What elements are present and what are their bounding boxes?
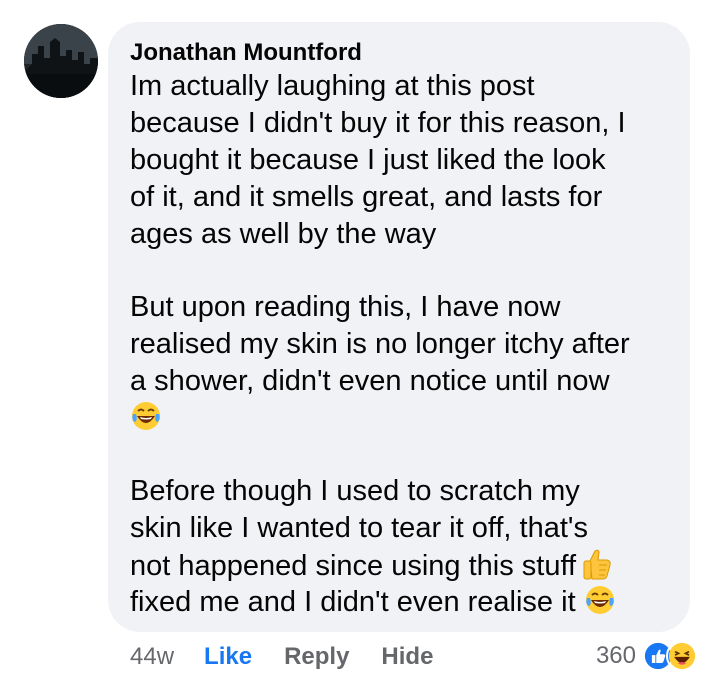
comment-actions: 44w Like Reply Hide [130, 640, 433, 674]
comment-line: Im actually laughing at this post [130, 70, 535, 102]
thumbs-up-emoji-icon [580, 547, 614, 581]
comment-line: ages as well by the way [130, 218, 437, 250]
avatar[interactable] [24, 24, 98, 98]
comment-line: realised my skin is no longer itchy afte… [130, 328, 630, 360]
comment-line: But upon reading this, I have now [130, 291, 561, 323]
comment-line: Before though I used to scratch my [130, 475, 580, 507]
comment-line: skin like I wanted to tear it off, that'… [130, 512, 588, 544]
comment-line: a shower, didn't even notice until now [130, 365, 610, 397]
timestamp[interactable]: 44w [130, 643, 174, 671]
haha-icon [666, 640, 698, 672]
comment-line: not happened since using this stuff [130, 550, 577, 582]
comment-line-with-emoji: not happened since using this stuff [130, 547, 690, 584]
reaction-count: 360 [595, 642, 636, 669]
comment-body: Im actually laughing at this post becaus… [130, 68, 690, 621]
comment-line: of it, and it smells great, and lasts fo… [130, 181, 603, 213]
avatar-image [24, 24, 98, 98]
comment-line: bought it because I just liked the look [130, 144, 606, 176]
like-button[interactable]: Like [204, 643, 252, 671]
comment-line: fixed me and I didn't even realise it [130, 586, 576, 618]
laugh-emoji-line [130, 400, 690, 437]
comment-line-with-emoji: fixed me and I didn't even realise it [130, 584, 690, 621]
reaction-summary[interactable]: 360 [596, 638, 698, 674]
reply-button[interactable]: Reply [284, 643, 349, 671]
laughing-tears-emoji-icon [130, 400, 162, 432]
hide-button[interactable]: Hide [381, 643, 433, 671]
laughing-tears-emoji-icon [584, 584, 616, 616]
comment-author[interactable]: Jonathan Mountford [130, 39, 362, 67]
comment-line: because I didn't buy it for this reason,… [130, 107, 626, 139]
